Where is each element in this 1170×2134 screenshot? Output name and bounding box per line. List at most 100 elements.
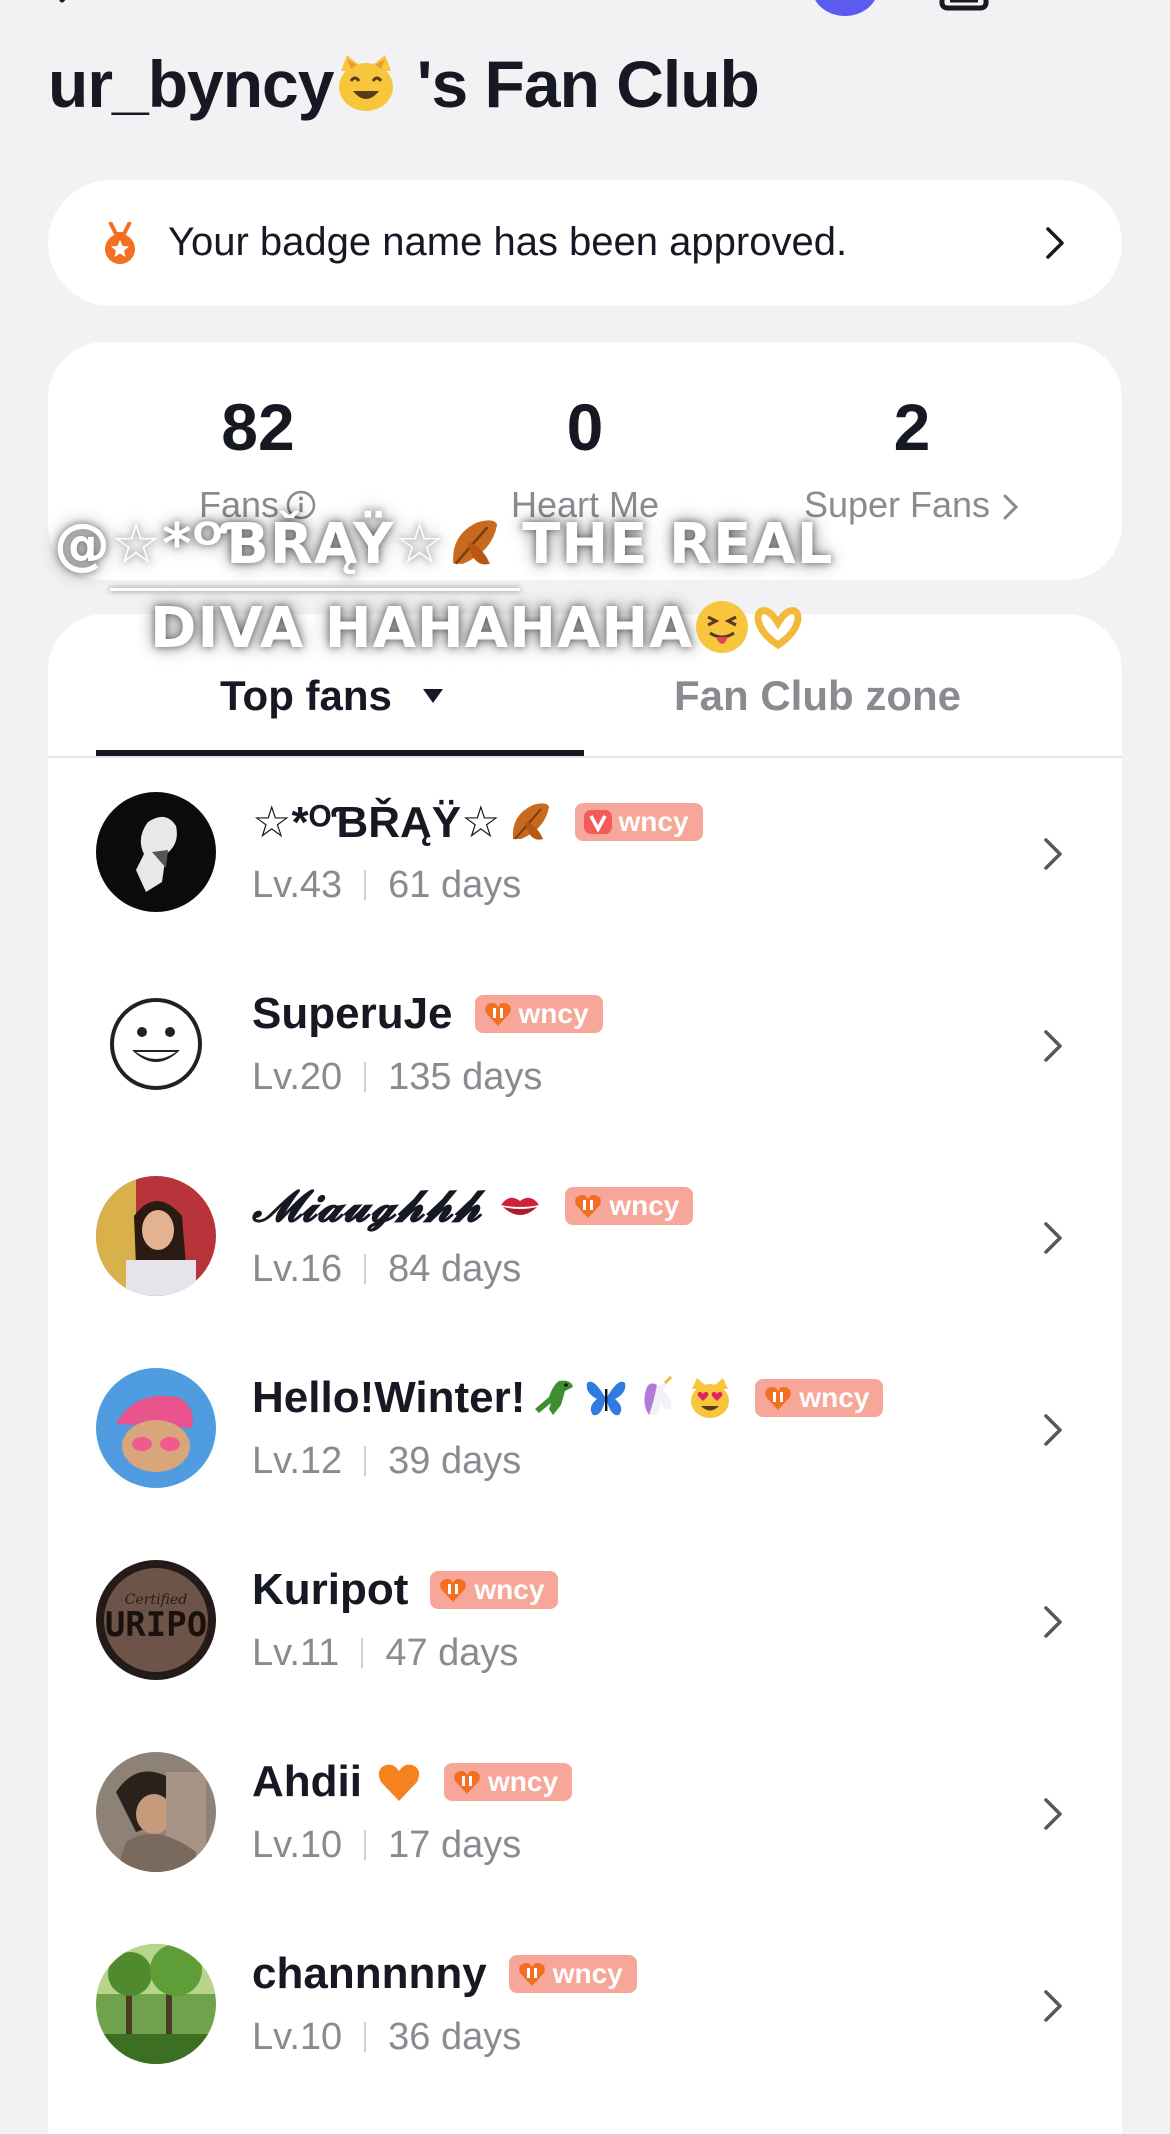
fan-days: 17 days (388, 1824, 522, 1866)
fan-days: 84 days (388, 1248, 522, 1290)
chevron-right-icon (1044, 1606, 1062, 1638)
avatar (96, 1944, 216, 2064)
fan-row[interactable]: Certified URIPO Kuripot wncy Lv.11 47 days (48, 1526, 1122, 1718)
chevron-right-icon (1046, 227, 1064, 259)
chevron-right-icon (1003, 494, 1019, 520)
fan-level-days: Lv.10 36 days (252, 2016, 521, 2059)
avatar (96, 984, 216, 1104)
fan-level-days: Lv.20 135 days (252, 1056, 542, 1099)
fan-badge: wncy (474, 995, 603, 1033)
fan-level: Lv.10 (252, 2016, 343, 2058)
overlay-underline (110, 588, 520, 591)
fans-panel: Top fans Fan Club zone ☆*ᴼƁŘĄŸ☆ wncy Lv.… (48, 614, 1122, 2134)
active-tab-indicator (96, 750, 584, 756)
heart-badge-icon (518, 1962, 545, 1986)
page-title-suffix: 's Fan Club (399, 47, 760, 121)
fan-name-line: Kuripot wncy (252, 1560, 559, 1620)
fan-level: Lv.10 (252, 1824, 343, 1866)
fan-level-days: Lv.16 84 days (252, 1248, 521, 1291)
heart-badge-icon (765, 1386, 792, 1410)
share-screen-icon[interactable] (936, 0, 992, 16)
unicorn-emoji-icon (644, 1375, 673, 1415)
fan-level-days: Lv.11 47 days (252, 1632, 518, 1675)
fan-badge: wncy (565, 1187, 694, 1225)
page-title: ur_byncy 's Fan Club (48, 46, 760, 122)
orange-heart-emoji-icon (378, 1764, 420, 1801)
chevron-right-icon (1044, 838, 1062, 870)
fan-row[interactable]: channnnny wncy Lv.10 36 days (48, 1910, 1122, 2102)
live-indicator-icon[interactable] (812, 0, 878, 16)
fan-name: ☆*ᴼƁŘĄŸ☆ (252, 797, 501, 847)
fan-name-line: channnnny wncy (252, 1944, 637, 2004)
avatar: Certified URIPO (96, 1560, 216, 1680)
chevron-right-icon (1044, 1222, 1062, 1254)
fallen-leaf-emoji-icon (452, 520, 497, 565)
fan-row[interactable]: SuperuJe wncy Lv.20 135 days (48, 950, 1122, 1142)
fan-level: Lv.16 (252, 1248, 343, 1290)
heart-eyes-cat-emoji-icon (691, 1378, 730, 1418)
story-overlay-text-line1: @☆*ᴼƁŘĄŸ☆ THE REAL (54, 512, 834, 577)
fan-row[interactable]: Hello!Winter! wncy Lv.12 39 days (48, 1334, 1122, 1526)
notice-text: Your badge name has been approved. (168, 220, 848, 264)
dropdown-caret-icon (422, 689, 443, 703)
fan-badge: wncy (574, 803, 703, 841)
stat-heart-me-value: 0 (566, 390, 604, 464)
stat-super-fans[interactable]: 2 Super Fans (752, 394, 1072, 526)
fan-row[interactable]: 𝓜𝓲𝓪𝓾𝓰𝓱𝓱𝓱 wncy Lv.16 84 days (48, 1142, 1122, 1334)
fan-level: Lv.12 (252, 1440, 343, 1482)
fan-name: Hello!Winter! (252, 1373, 526, 1422)
fan-level-days: Lv.43 61 days (252, 864, 521, 907)
heart-hands-emoji-icon (754, 607, 802, 650)
chevron-right-icon (1044, 1030, 1062, 1062)
heart-badge-icon (575, 1194, 602, 1218)
fan-name-line: Ahdii wncy (252, 1752, 573, 1812)
fan-days: 39 days (388, 1440, 522, 1482)
smiling-cat-emoji-icon (339, 55, 394, 111)
fan-level: Lv.20 (252, 1056, 343, 1098)
fan-days: 36 days (388, 2016, 522, 2058)
top-bar (0, 0, 1170, 40)
more-options-icon[interactable] (1052, 0, 1112, 14)
medal-icon (105, 222, 135, 264)
v-badge-icon (583, 810, 612, 834)
fan-badge: wncy (430, 1571, 559, 1609)
squinting-tongue-emoji-icon (695, 601, 748, 653)
heart-badge-icon (484, 1002, 511, 1026)
avatar (96, 792, 216, 912)
heart-badge-icon (454, 1770, 480, 1794)
stat-fans[interactable]: 82 Fans (98, 394, 418, 526)
fan-name-line: SuperuJe wncy (252, 984, 603, 1044)
stat-fans-value: 82 (221, 390, 295, 464)
fan-row[interactable]: Ahdii wncy Lv.10 17 days (48, 1718, 1122, 1910)
t-rex-emoji-icon (535, 1380, 574, 1415)
story-overlay-text-line2: DIVA HAHAHAHA (150, 596, 806, 661)
fan-days: 135 days (388, 1056, 543, 1098)
fan-name: Ahdii (252, 1757, 362, 1806)
tab-fan-club-zone[interactable]: Fan Club zone (674, 672, 961, 720)
chevron-right-icon (1044, 1414, 1062, 1446)
fan-name-line: Hello!Winter! wncy (252, 1368, 884, 1428)
fan-badge: wncy (508, 1955, 637, 1993)
stat-heart-me[interactable]: 0 Heart Me (425, 394, 745, 526)
svg-text:URIPO: URIPO (105, 1605, 207, 1645)
avatar (96, 1368, 216, 1488)
avatar (96, 1176, 216, 1296)
tab-top-fans[interactable]: Top fans (220, 672, 444, 720)
badge-approved-notice[interactable]: Your badge name has been approved. (48, 180, 1122, 306)
fan-badge: wncy (443, 1763, 573, 1801)
fan-name: channnnny (252, 1949, 487, 1998)
fan-badge: wncy (755, 1379, 884, 1417)
heart-badge-icon (440, 1578, 467, 1602)
back-arrow-icon[interactable] (50, 0, 90, 20)
fan-name: Kuripot (252, 1565, 409, 1614)
butterfly-emoji-icon (587, 1381, 626, 1416)
fan-row[interactable]: ☆*ᴼƁŘĄŸ☆ wncy Lv.43 61 days (48, 758, 1122, 950)
kiss-mark-emoji-icon (501, 1197, 540, 1215)
chevron-right-icon (1044, 1990, 1062, 2022)
fan-name-line: 𝓜𝓲𝓪𝓾𝓰𝓱𝓱𝓱 wncy (252, 1176, 694, 1236)
fan-level-days: Lv.10 17 days (252, 1824, 521, 1867)
page-title-prefix: ur_byncy (48, 47, 334, 121)
fan-level: Lv.11 (252, 1632, 340, 1674)
avatar (96, 1752, 216, 1872)
chevron-right-icon (1044, 1798, 1062, 1830)
